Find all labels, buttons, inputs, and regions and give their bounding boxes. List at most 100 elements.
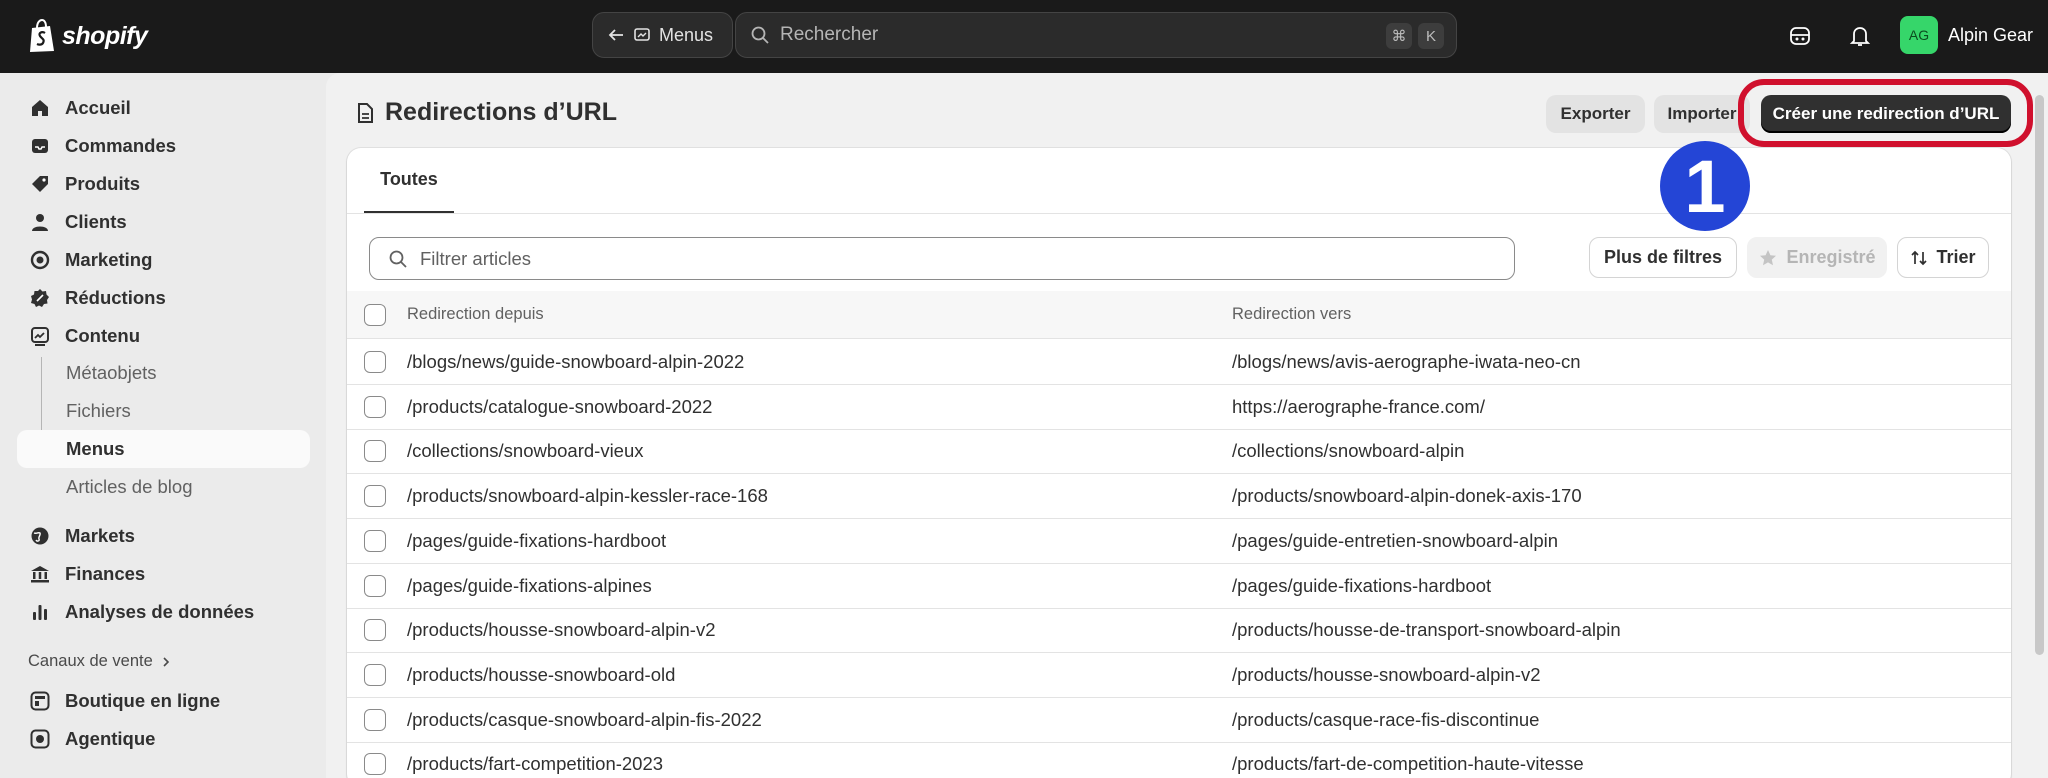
row-checkbox[interactable] [364, 440, 386, 463]
redirect-from-cell: /products/catalogue-snowboard-2022 [407, 395, 713, 417]
star-icon [1760, 249, 1777, 265]
select-all-checkbox[interactable] [364, 304, 386, 326]
search-icon [751, 26, 769, 44]
table-row[interactable]: /blogs/news/guide-snowboard-alpin-2022/b… [347, 340, 2011, 385]
sidebar-item-produits[interactable]: Produits [17, 165, 310, 203]
bell-icon[interactable] [1844, 20, 1876, 52]
table-row[interactable]: /pages/guide-fixations-alpines/pages/gui… [347, 564, 2011, 609]
sidebar-item-commandes[interactable]: Commandes [17, 127, 310, 165]
sort-label: Trier [1936, 247, 1976, 267]
scrollbar[interactable] [2035, 95, 2044, 655]
page-title-text: Redirections d’URL [385, 98, 617, 126]
filter-search-input[interactable]: Filtrer articles [369, 237, 1515, 280]
sidebar-item-markets[interactable]: Markets [17, 517, 310, 555]
sidebar-item-label: Marketing [65, 249, 153, 270]
inbox-icon [32, 139, 48, 153]
redirect-to-cell: /pages/guide-entretien-snowboard-alpin [1232, 529, 1559, 551]
sidebar-subitem-fichiers[interactable]: Fichiers [17, 392, 310, 430]
row-checkbox[interactable] [364, 708, 386, 731]
sidebar-subitem-label: Articles de blog [66, 476, 193, 497]
table-row[interactable]: /collections/snowboard-vieux/collections… [347, 429, 2011, 475]
sidebar-subitem-articles-de-blog[interactable]: Articles de blog [17, 468, 310, 506]
sidebar-subitem-metaobjets[interactable]: Métaobjets [17, 354, 310, 392]
table-row[interactable]: /pages/guide-fixations-hardboot/pages/gu… [347, 519, 2011, 564]
brand-name: shopify [62, 21, 148, 50]
sidebar-item-label: Clients [65, 211, 127, 232]
redirect-to-cell: /products/snowboard-alpin-donek-axis-170 [1232, 485, 1582, 507]
top-bar: shopify Menus Rechercher ⌘ K AG Alpin Ge… [0, 0, 2048, 73]
filter-placeholder: Filtrer articles [420, 247, 532, 269]
export-button[interactable]: Exporter [1546, 95, 1645, 133]
sidekick-icon[interactable] [1784, 20, 1816, 52]
sidebar-item-accueil[interactable]: Accueil [17, 89, 310, 127]
tabs-divider [347, 213, 2011, 214]
more-filters-label: Plus de filtres [1603, 247, 1723, 267]
more-filters-button[interactable]: Plus de filtres [1589, 237, 1737, 278]
account-name: Alpin Gear [1948, 24, 2034, 45]
shopify-bag-icon [30, 19, 54, 52]
table-row[interactable]: /products/fart-competition-2023/products… [347, 742, 2011, 778]
column-header-from[interactable]: Redirection depuis [407, 305, 544, 324]
table-row[interactable]: /products/housse-snowboard-old/products/… [347, 653, 2011, 698]
sidebar-subitem-menus[interactable]: Menus [17, 430, 310, 468]
import-button[interactable]: Importer [1654, 95, 1750, 133]
redirect-to-cell: /pages/guide-fixations-hardboot [1232, 574, 1492, 596]
table-row[interactable]: /products/casque-snowboard-alpin-fis-202… [347, 698, 2011, 743]
redirect-to-cell: /collections/snowboard-alpin [1232, 440, 1465, 462]
redirect-from-cell: /products/housse-snowboard-alpin-v2 [407, 619, 716, 641]
table-row[interactable]: /products/housse-snowboard-alpin-v2/prod… [347, 608, 2011, 654]
shopify-logo[interactable]: shopify [28, 16, 148, 56]
person-icon [32, 214, 48, 231]
tab-toutes[interactable]: Toutes [364, 148, 454, 214]
store-icon [30, 691, 50, 711]
sidebar-item-label: Réductions [65, 287, 166, 308]
table-row[interactable]: /products/catalogue-snowboard-2022 https:… [347, 385, 2011, 430]
sidebar-item-reductions[interactable]: Réductions [17, 279, 310, 317]
redirects-card: Toutes Filtrer articles Plus de filtres … [347, 148, 2011, 778]
table-row[interactable]: /products/snowboard-alpin-kessler-race-1… [347, 474, 2011, 520]
sidebar-item-marketing[interactable]: Marketing [17, 241, 310, 279]
row-checkbox[interactable] [364, 753, 386, 776]
sidebar-item-label: Analyses de données [65, 601, 255, 622]
row-checkbox[interactable] [364, 351, 386, 373]
agent-icon [30, 729, 50, 749]
row-checkbox[interactable] [364, 485, 386, 508]
sidebar-item-label: Finances [65, 563, 146, 584]
sidebar-item-label: Produits [65, 173, 141, 194]
sidebar-subitem-label: Menus [66, 438, 125, 459]
sidebar-item-clients[interactable]: Clients [17, 203, 310, 241]
sales-channels-header[interactable]: Canaux de vente [28, 652, 171, 671]
content-icon [634, 28, 650, 41]
sidebar-subitem-label: Fichiers [66, 400, 131, 421]
saved-button: Enregistré [1747, 237, 1887, 278]
redirect-to-cell: /products/housse-snowboard-alpin-v2 [1232, 663, 1541, 685]
sidebar-item-finances[interactable]: Finances [17, 555, 310, 593]
sidebar-item-agentique[interactable]: Agentique [17, 720, 310, 758]
redirect-from-cell: /pages/guide-fixations-hardboot [407, 529, 667, 551]
sort-button[interactable]: Trier [1897, 237, 1989, 278]
sidebar-item-label: Contenu [65, 325, 141, 346]
redirect-from-cell: /products/housse-snowboard-old [407, 663, 676, 685]
back-to-menus-button[interactable]: Menus [592, 12, 733, 58]
target-icon [30, 250, 50, 270]
row-checkbox[interactable] [364, 529, 386, 552]
page-title: Redirections d’URL [355, 98, 617, 127]
sidebar-item-contenu[interactable]: Contenu [17, 317, 310, 355]
globe-icon [31, 527, 49, 545]
home-icon [32, 100, 48, 116]
redirect-to-cell: /products/housse-de-transport-snowboard-… [1232, 619, 1621, 641]
row-checkbox[interactable] [364, 619, 386, 642]
column-header-to[interactable]: Redirection vers [1232, 305, 1351, 324]
sidebar-item-analyses[interactable]: Analyses de données [17, 593, 310, 631]
sidebar-item-boutique-en-ligne[interactable]: Boutique en ligne [17, 682, 310, 720]
row-checkbox[interactable] [364, 574, 386, 597]
account-menu[interactable]: AG Alpin Gear [1900, 16, 2033, 54]
search-icon [389, 250, 407, 268]
content-icon [31, 327, 49, 346]
row-checkbox[interactable] [364, 663, 386, 686]
shortcut-key: K [1418, 23, 1444, 49]
bank-icon [31, 566, 49, 583]
row-checkbox[interactable] [364, 395, 386, 418]
chart-icon [33, 605, 47, 620]
global-search[interactable]: Rechercher ⌘ K [735, 12, 1457, 58]
